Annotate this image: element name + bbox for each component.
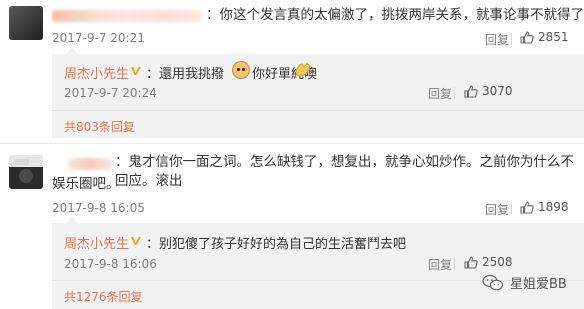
- comment-timestamp: 2017-9-8 16:05: [52, 201, 145, 215]
- like-count: 2508: [482, 255, 513, 269]
- reply-timestamp: 2017-9-8 16:06: [64, 257, 157, 271]
- separator: [454, 258, 455, 270]
- separator: [511, 203, 512, 215]
- reply-author[interactable]: 周杰小先生: [64, 233, 129, 252]
- thumbs-up-icon: [464, 84, 478, 98]
- reply-timestamp: 2017-9-7 20:24: [64, 86, 157, 100]
- reply-author[interactable]: 周杰小先生: [64, 63, 129, 82]
- like-count: 3070: [482, 84, 513, 98]
- like-button[interactable]: 2508: [464, 255, 513, 269]
- comment-text: ：你这个发言真的太偏激了，挑拨两岸关系，就事论事不就得了: [206, 7, 584, 23]
- reply-button[interactable]: 回复: [485, 201, 509, 218]
- commenter-name-blurred[interactable]: [68, 158, 112, 170]
- more-replies-link[interactable]: 共1276条回复: [64, 288, 143, 305]
- thumbs-up-icon: [520, 200, 534, 214]
- separator: [511, 33, 512, 45]
- comment-text-continued: 娱乐圈吧。: [52, 176, 120, 192]
- wechat-logo-icon: [482, 274, 504, 290]
- separator: [454, 87, 455, 99]
- avatar[interactable]: [9, 155, 43, 189]
- divider: [52, 110, 584, 111]
- reply-button[interactable]: 回复: [428, 85, 452, 102]
- comment-divider: [0, 143, 584, 144]
- comment-timestamp: 2017-9-7 20:21: [52, 31, 145, 45]
- clap-emoji-icon: [295, 62, 311, 77]
- thumbs-up-icon: [520, 30, 534, 44]
- watermark: 星姐爱BB: [482, 273, 567, 292]
- comment-text: ：鬼才信你一面之词。怎么缺钱了，想复出，就争心如炒作。之前你为什么不回应。滚出: [115, 154, 574, 189]
- avatar[interactable]: [9, 6, 43, 40]
- like-button[interactable]: 2851: [520, 30, 569, 44]
- more-replies-link[interactable]: 共803条回复: [64, 118, 135, 135]
- reply-button[interactable]: 回复: [485, 31, 509, 48]
- reply-text: ：還用我挑撥: [146, 67, 225, 82]
- like-count: 1898: [538, 200, 569, 214]
- thumbs-up-icon: [464, 255, 478, 269]
- reply-text: ：别犯傻了孩子好好的為自己的生活奮鬥去吧: [146, 237, 407, 252]
- watermark-text: 星姐爱BB: [510, 277, 567, 292]
- like-button[interactable]: 3070: [464, 84, 513, 98]
- reply-button[interactable]: 回复: [428, 256, 452, 273]
- like-count: 2851: [538, 30, 569, 44]
- verified-badge-icon: [131, 237, 141, 245]
- like-button[interactable]: 1898: [520, 200, 569, 214]
- commenter-name-blurred[interactable]: [52, 10, 202, 22]
- cat-emoji-icon: [232, 61, 250, 79]
- verified-badge-icon: [131, 67, 141, 75]
